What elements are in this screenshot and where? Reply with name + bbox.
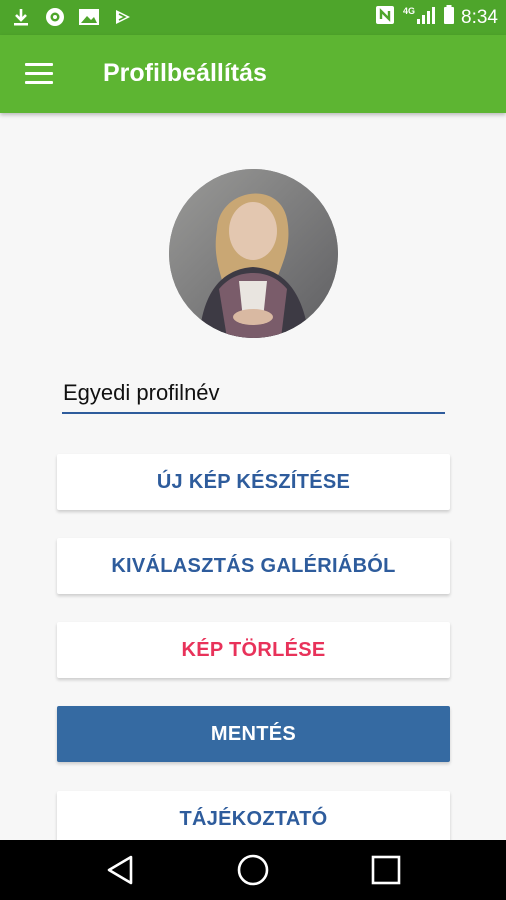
page-title: Profilbeállítás	[103, 59, 267, 87]
status-notifications	[10, 6, 134, 28]
home-icon[interactable]	[233, 852, 273, 888]
image-icon	[78, 6, 100, 28]
back-icon[interactable]	[100, 852, 140, 888]
recents-icon[interactable]	[366, 852, 406, 888]
delete-photo-button[interactable]: KÉP TÖRLÉSE	[57, 622, 450, 678]
system-nav-bar	[0, 840, 506, 900]
signal-4g-icon: 4G	[401, 5, 437, 30]
menu-icon[interactable]	[25, 63, 53, 85]
profile-name-input[interactable]	[62, 374, 445, 414]
choose-from-gallery-button[interactable]: KIVÁLASZTÁS GALÉRIÁBÓL	[57, 538, 450, 594]
svg-text:4G: 4G	[403, 6, 415, 16]
save-button[interactable]: MENTÉS	[57, 706, 450, 762]
nfc-icon	[375, 5, 395, 30]
profile-avatar	[169, 169, 338, 338]
app-notification-icon	[112, 6, 134, 28]
battery-icon	[443, 5, 455, 30]
take-photo-button[interactable]: ÚJ KÉP KÉSZÍTÉSE	[57, 454, 450, 510]
app-bar: Profilbeállítás	[0, 35, 506, 113]
status-system: 4G 8:34	[375, 5, 498, 30]
download-icon	[10, 6, 32, 28]
info-button[interactable]: TÁJÉKOZTATÓ	[57, 791, 450, 847]
sync-icon	[44, 6, 66, 28]
status-time: 8:34	[461, 6, 498, 28]
status-bar: 4G 8:34	[0, 0, 506, 35]
